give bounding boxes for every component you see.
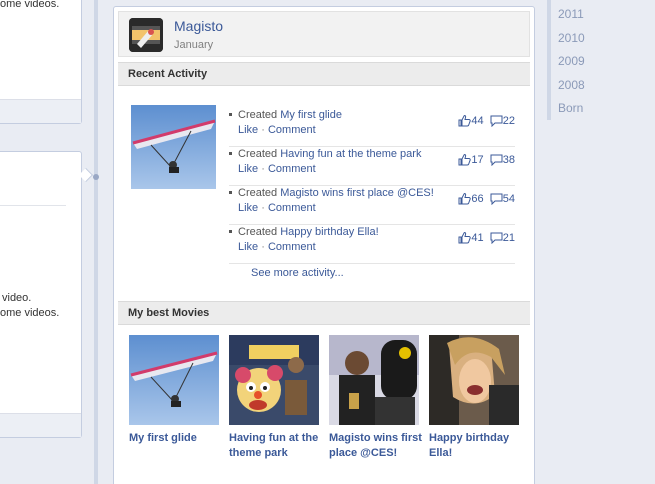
like-count: 44 [471,115,484,128]
activity-stats: 17 38 [458,154,515,167]
comment-bubble-icon[interactable] [490,115,503,128]
movie-thumbnail[interactable] [129,335,219,425]
recent-activity-header: Recent Activity [118,62,530,86]
card-footer [0,413,81,437]
left-card-text: ome videos. [0,0,60,10]
activity-stats: 41 21 [458,232,515,245]
movie-title-link[interactable]: Having fun at the theme park [229,431,325,461]
movie-thumbnail[interactable] [329,335,419,425]
timeline-spine [94,0,98,484]
like-link[interactable]: Like [238,202,258,214]
like-count: 66 [471,193,484,206]
card-header: Magisto January [118,11,530,57]
movie-title-link[interactable]: My first glide [129,431,225,446]
activity-title-link[interactable]: My first glide [280,109,342,121]
app-name[interactable]: Magisto [174,18,223,34]
movie-item[interactable]: My first glide [129,335,219,446]
year-link-2009[interactable]: 2009 [558,54,585,68]
comment-count: 21 [502,232,515,245]
card-footer [0,99,81,123]
activity-item: Created Having fun at the theme park Lik… [229,147,515,186]
post-date[interactable]: January [174,39,213,51]
separator: · [258,163,268,175]
section-title: Recent Activity [128,68,208,80]
thumbs-up-icon[interactable] [458,232,472,244]
activity-title-link[interactable]: Magisto wins first place @CES! [280,187,434,199]
like-link[interactable]: Like [238,241,258,253]
activity-stats: 44 22 [458,115,515,128]
left-card-text: ome videos. [0,307,60,319]
like-count: 41 [471,232,484,245]
thumbs-up-icon[interactable] [458,115,472,127]
see-more-activity-link[interactable]: See more activity... [251,267,344,279]
activity-stats: 66 54 [458,193,515,206]
year-link-2008[interactable]: 2008 [558,78,585,92]
movie-item[interactable]: Having fun at the theme park [229,335,319,461]
created-label: Created [238,226,278,238]
bullet [229,230,232,233]
movie-thumbnail[interactable] [429,335,519,425]
activity-item: Created Magisto wins first place @CES! L… [229,186,515,225]
timeline-card-top [0,0,82,124]
created-label: Created [238,109,278,121]
year-link-2010[interactable]: 2010 [558,31,585,45]
timeline-dot [93,174,99,180]
comment-bubble-icon[interactable] [490,154,503,167]
comment-bubble-icon[interactable] [490,193,503,206]
separator: · [258,202,268,214]
section-title: My best Movies [128,307,210,319]
movie-title-link[interactable]: Happy birthday Ella! [429,431,525,461]
year-link-born[interactable]: Born [558,101,583,115]
left-card-text: video. [2,292,32,304]
year-link-2011[interactable]: 2011 [558,7,584,21]
activity-title-link[interactable]: Happy birthday Ella! [280,226,378,238]
thumbs-up-icon[interactable] [458,193,472,205]
comment-count: 54 [502,193,515,206]
magisto-app-icon[interactable] [129,18,163,52]
comment-count: 38 [502,154,515,167]
best-movies-header: My best Movies [118,301,530,325]
comment-link[interactable]: Comment [268,124,316,136]
comment-bubble-icon[interactable] [490,232,503,245]
created-label: Created [238,148,278,160]
comment-link[interactable]: Comment [268,163,316,175]
movie-item[interactable]: Magisto wins first place @CES! [329,335,422,461]
like-count: 17 [471,154,484,167]
separator: · [258,241,268,253]
activity-thumbnail[interactable] [131,105,216,189]
comment-count: 22 [502,115,515,128]
activity-item: Created Happy birthday Ella! Like · Comm… [229,225,515,264]
comment-link[interactable]: Comment [268,202,316,214]
bullet [229,191,232,194]
movie-title-link[interactable]: Magisto wins first place @CES! [329,431,425,461]
movie-thumbnail[interactable] [229,335,319,425]
like-link[interactable]: Like [238,163,258,175]
like-link[interactable]: Like [238,124,258,136]
divider [0,205,66,206]
activity-item: Created My first glide Like · Comment 44… [229,108,515,147]
separator: · [258,124,268,136]
created-label: Created [238,187,278,199]
thumbs-up-icon[interactable] [458,154,472,166]
activity-title-link[interactable]: Having fun at the theme park [280,148,421,160]
movie-item[interactable]: Happy birthday Ella! [429,335,519,461]
year-nav-rail [547,0,551,120]
bullet [229,113,232,116]
comment-link[interactable]: Comment [268,241,316,253]
app-activity-card: Magisto January Recent Activity Created … [113,6,535,484]
bullet [229,152,232,155]
